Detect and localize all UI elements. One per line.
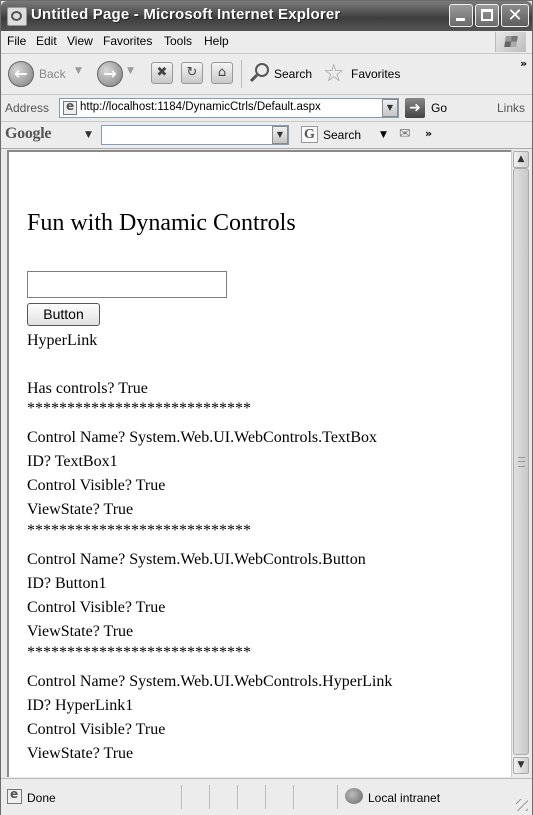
browser-window: Untitled Page - Microsoft Internet Explo… [0,0,533,815]
scroll-up-icon[interactable]: ▲ [513,151,529,168]
forward-dropdown-icon[interactable]: ▼ [127,66,134,76]
status-divider [237,785,238,809]
google-overflow-icon[interactable]: » [425,127,432,140]
minimize-button[interactable] [449,4,473,27]
separator-line: **************************** [27,522,251,539]
favorites-button-label[interactable]: Favorites [351,67,400,81]
toolbar-overflow-icon[interactable]: » [520,57,527,70]
menu-tools[interactable]: Tools [164,34,192,48]
google-logo[interactable]: Google [5,125,52,143]
control-viewstate-text: ViewState? True [27,623,134,640]
back-button-label[interactable]: Back [39,67,66,81]
page-button[interactable]: Button [27,303,100,326]
home-icon[interactable]: ⌂ [211,62,233,84]
control-viewstate-text: ViewState? True [27,745,134,762]
links-label[interactable]: Links [497,101,525,115]
menu-file[interactable]: File [7,34,26,48]
scrollbar-thumb[interactable] [513,168,529,755]
intranet-zone-icon [345,788,363,804]
maximize-button[interactable] [475,4,499,27]
control-visible-text: Control Visible? True [27,599,166,616]
google-search-input[interactable]: ▼ [101,125,289,145]
control-name-text: Control Name? System.Web.UI.WebControls.… [27,429,378,446]
control-id-text: ID? TextBox1 [27,453,118,470]
status-page-icon [7,787,22,804]
refresh-icon[interactable]: ↻ [181,62,203,84]
separator-line: **************************** [27,400,251,417]
status-divider [337,785,338,809]
minimize-icon [456,18,465,21]
menu-bar: File Edit View Favorites Tools Help [1,31,532,54]
page-heading: Fun with Dynamic Controls [27,210,296,236]
windows-logo-icon [495,32,526,52]
resize-grip-icon[interactable] [516,799,528,811]
close-icon: ✕ [507,5,523,26]
window-title: Untitled Page - Microsoft Internet Explo… [31,6,341,23]
menu-edit[interactable]: Edit [36,34,57,48]
forward-arrow-icon[interactable]: → [97,61,123,87]
has-controls-text: Has controls? True [27,380,148,397]
ie-app-icon[interactable] [7,7,27,26]
google-search-button-label[interactable]: Search [323,128,361,142]
stop-icon[interactable]: ✖ [151,62,173,84]
address-dropdown-icon[interactable]: ▼ [382,99,398,117]
control-name-text: Control Name? System.Web.UI.WebControls.… [27,673,393,690]
page-viewport: Fun with Dynamic Controls Button HyperLi… [7,150,511,777]
menu-favorites[interactable]: Favorites [103,34,152,48]
google-menu-dropdown-icon[interactable]: ▼ [85,130,92,140]
control-name-text: Control Name? System.Web.UI.WebControls.… [27,551,366,568]
address-label: Address [5,101,50,115]
status-text: Done [27,791,56,805]
address-url[interactable]: http://localhost:1184/DynamicCtrls/Defau… [80,101,380,113]
control-visible-text: Control Visible? True [27,721,166,738]
status-divider [265,785,266,809]
control-id-text: ID? Button1 [27,575,107,592]
toolbar-separator [241,60,242,88]
control-visible-text: Control Visible? True [27,477,166,494]
menu-view[interactable]: View [67,34,93,48]
google-toolbar: Google ▼ ▼ G Search ▼ ✉ » [1,122,532,149]
status-divider [293,785,294,809]
status-divider [181,785,182,809]
control-viewstate-text: ViewState? True [27,501,134,518]
page-textbox[interactable] [27,271,227,298]
scrollbar-grip-icon [518,457,525,467]
status-bar: Done Local intranet [1,778,532,815]
security-zone-text: Local intranet [368,791,441,805]
google-search-dropdown-icon[interactable]: ▼ [380,130,387,140]
back-arrow-icon[interactable]: ← [8,61,34,87]
search-icon[interactable] [249,62,271,84]
scroll-down-icon[interactable]: ▼ [513,757,529,774]
maximize-icon [481,9,493,21]
go-button-label[interactable]: Go [431,101,447,115]
google-g-icon[interactable]: G [301,126,318,143]
address-bar: Address http://localhost:1184/DynamicCtr… [1,95,532,122]
page-icon [63,99,77,115]
close-button[interactable]: ✕ [501,4,529,27]
standard-toolbar: ← Back ▼ → ▼ ✖ ↻ ⌂ Search ☆ Favorites » [1,54,532,95]
control-id-text: ID? HyperLink1 [27,697,134,714]
status-divider [209,785,210,809]
go-arrow-icon[interactable]: ➜ [405,98,425,118]
google-input-dropdown-icon[interactable]: ▼ [272,126,288,144]
menu-help[interactable]: Help [204,34,229,48]
page-hyperlink[interactable]: HyperLink [27,332,97,350]
google-options-icon[interactable]: ✉ [399,126,417,143]
favorites-star-icon[interactable]: ☆ [323,60,345,86]
back-dropdown-icon[interactable]: ▼ [75,66,82,76]
search-button-label[interactable]: Search [274,67,312,81]
separator-line: **************************** [27,644,251,661]
address-field[interactable]: http://localhost:1184/DynamicCtrls/Defau… [59,98,399,118]
title-bar[interactable]: Untitled Page - Microsoft Internet Explo… [1,1,532,31]
vertical-scrollbar[interactable]: ▲ ▼ [511,150,530,777]
